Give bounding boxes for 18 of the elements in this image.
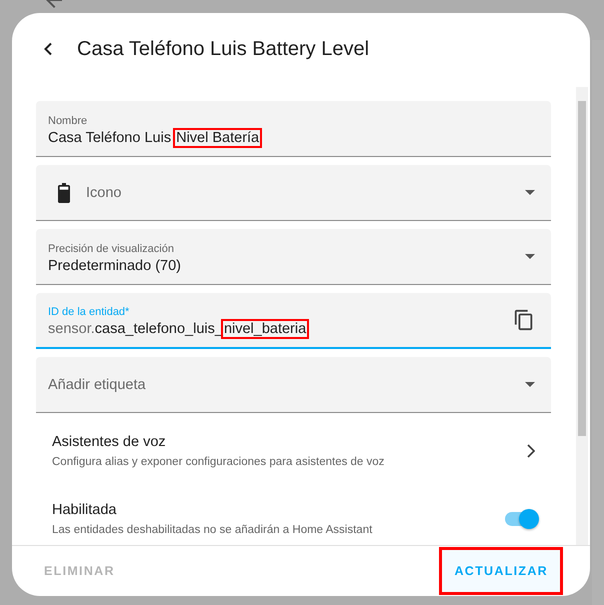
back-icon[interactable] <box>43 42 53 56</box>
row-title: Habilitada <box>52 502 118 518</box>
dialog-title: Casa Teléfono Luis Battery Level <box>77 38 370 60</box>
select-field[interactable]: Precisión de visualización Predeterminado (70) <box>36 229 551 285</box>
caret-icon <box>525 190 535 195</box>
row-description: Configura alias y exponer configuraciones para asistentes de voz <box>52 456 386 468</box>
scrollbar[interactable] <box>576 87 588 545</box>
select-field[interactable]: Añadir etiqueta <box>36 357 551 413</box>
row-description: Las entidades deshabilitadas no se añadirán a Home Assistant <box>52 524 374 536</box>
copy-icon[interactable] <box>513 309 535 331</box>
text-field[interactable]: Nombre Casa Teléfono Luis Nivel Batería <box>36 101 551 157</box>
caret-icon <box>525 382 535 387</box>
update-button[interactable]: ACTUALIZAR <box>442 550 560 592</box>
chevron-right-icon[interactable] <box>527 444 535 458</box>
icon-select[interactable]: Icono <box>36 165 551 221</box>
caret-icon <box>525 254 535 259</box>
row-title: Asistentes de voz <box>52 434 167 450</box>
battery-icon <box>58 182 70 202</box>
